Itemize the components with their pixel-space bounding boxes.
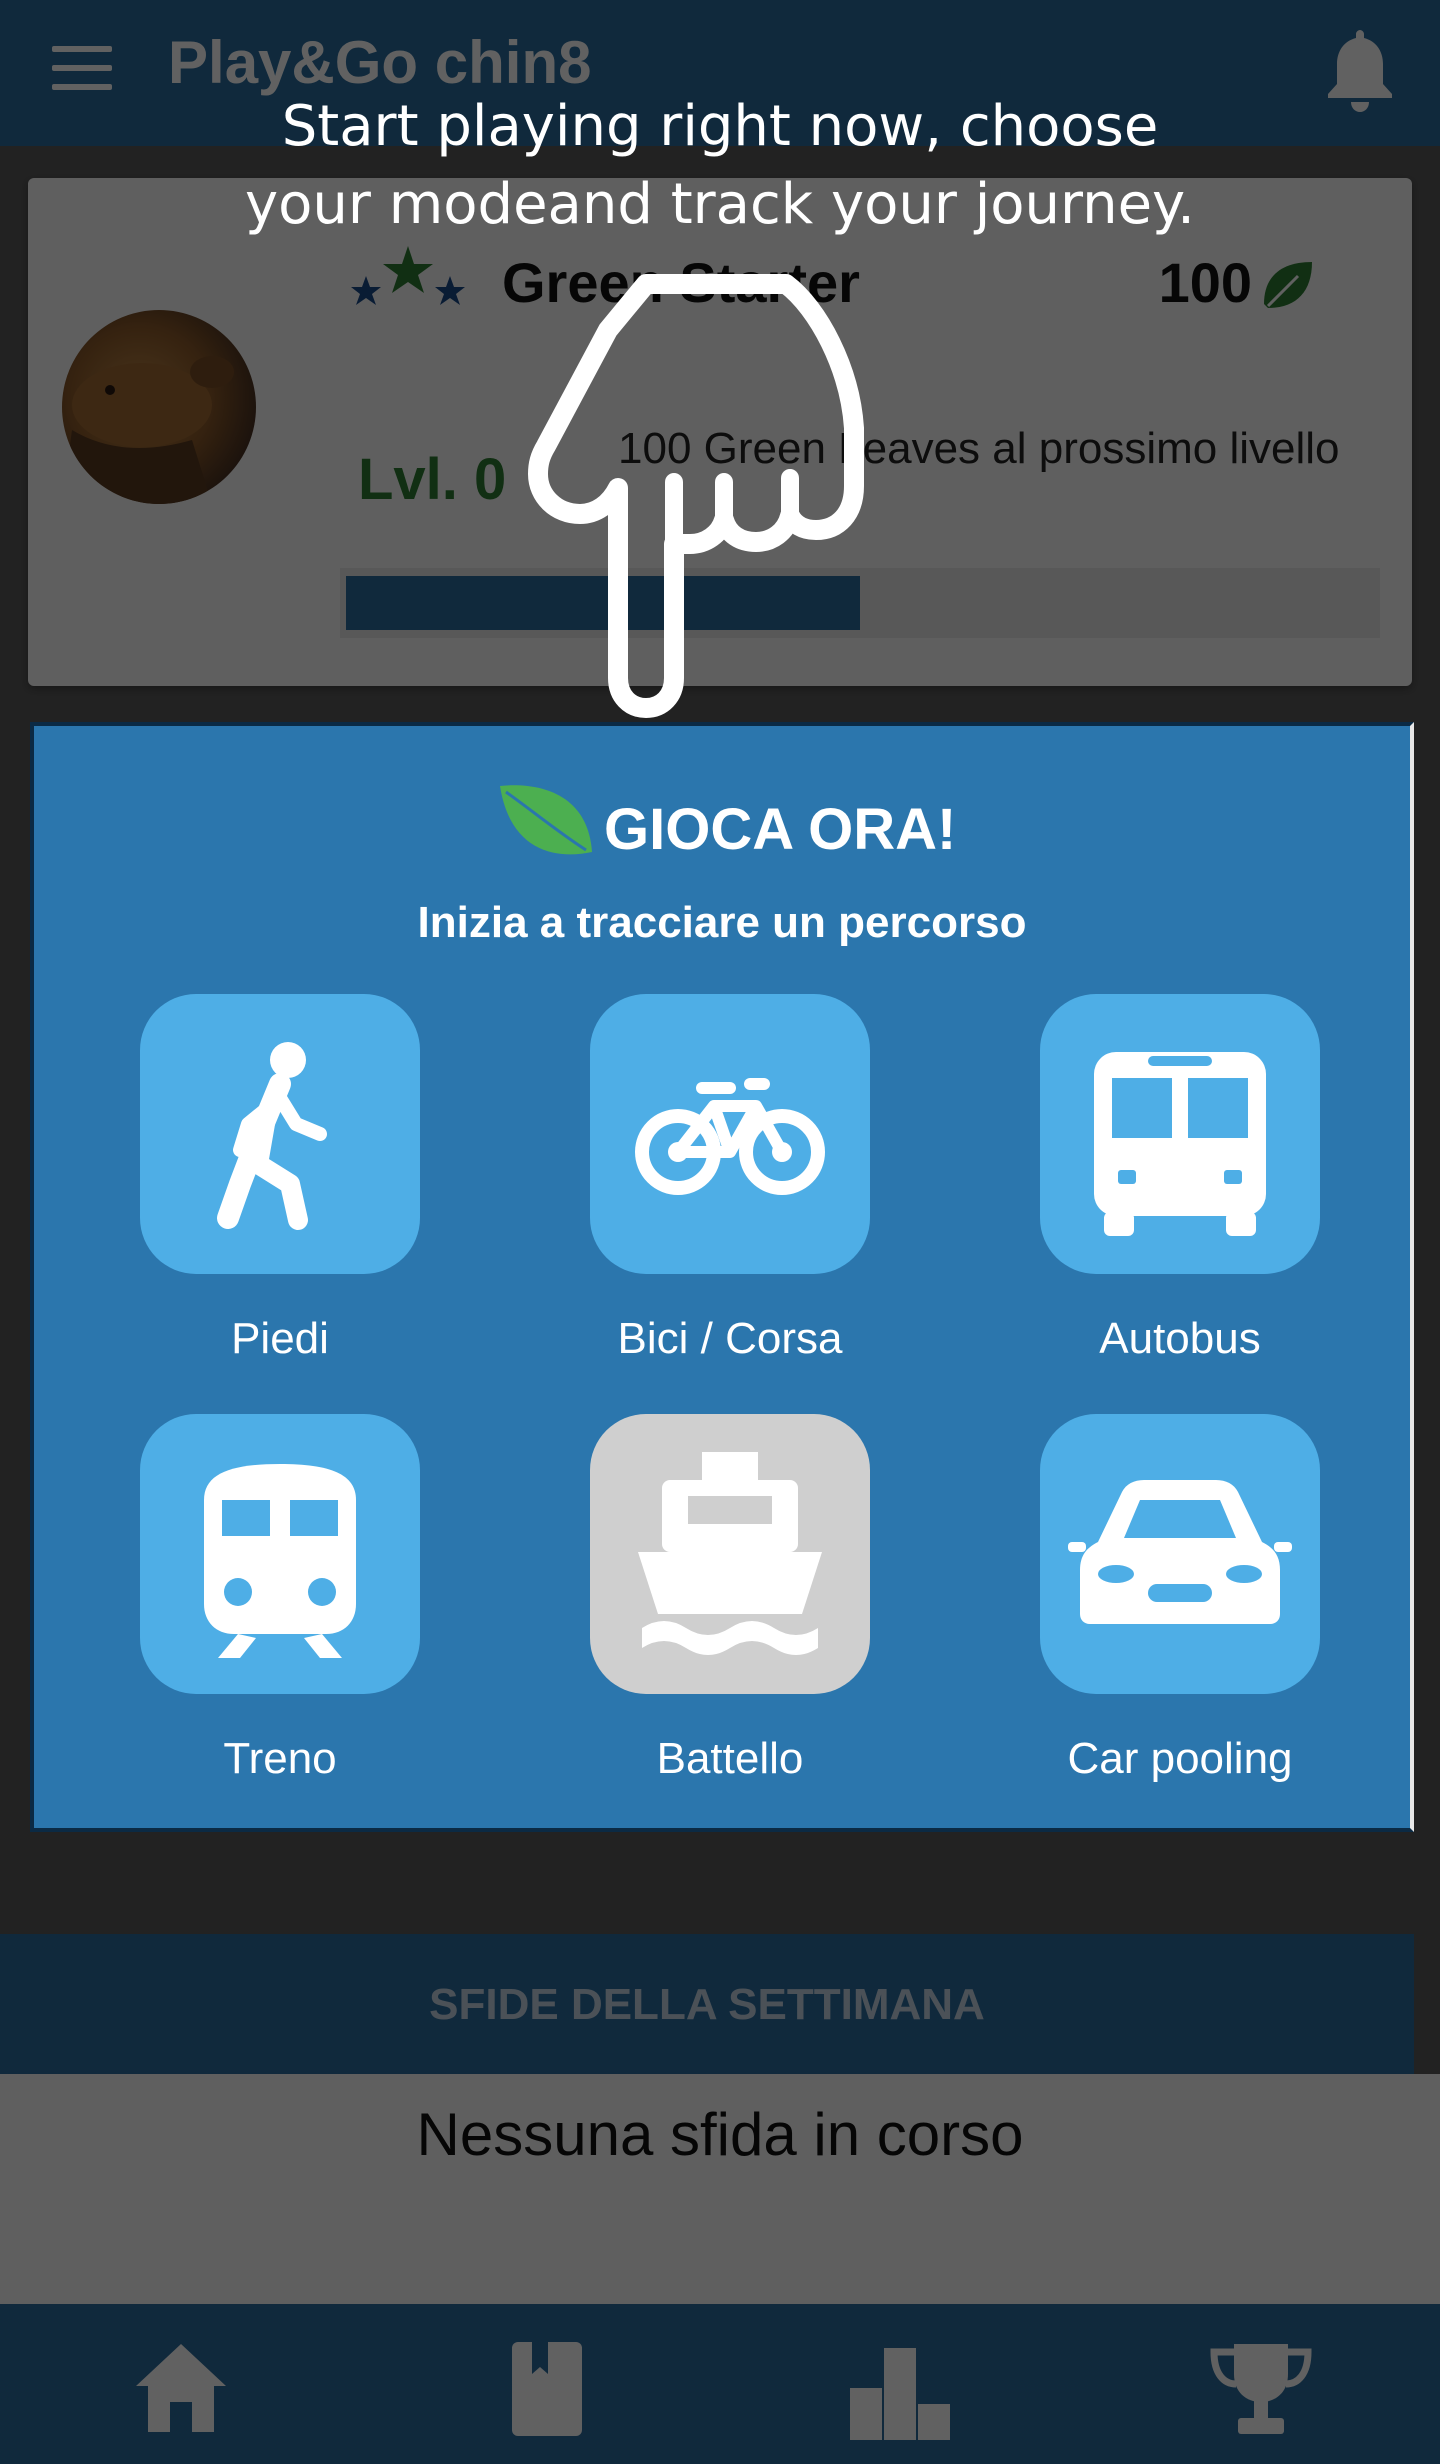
- green-leaf-icon: [1258, 258, 1316, 312]
- car-icon: [1068, 1480, 1292, 1624]
- tutorial-dim-overlay-left: [0, 722, 30, 1832]
- pointing-hand-icon: [500, 268, 880, 718]
- stars-icon: [348, 242, 468, 312]
- mode-walk-label: Piedi: [231, 1314, 329, 1363]
- train-icon: [204, 1464, 356, 1658]
- leaderboard-icon[interactable]: [846, 2334, 956, 2444]
- tutorial-text-line1: Start playing right now, choose: [281, 94, 1159, 159]
- trophy-icon[interactable]: [1206, 2334, 1316, 2444]
- mode-bike-label: Bici / Corsa: [617, 1314, 843, 1363]
- mode-bus-tile[interactable]: [1040, 994, 1320, 1274]
- mode-bus-label: Autobus: [1099, 1314, 1261, 1363]
- tutorial-dim-overlay-right: [1414, 722, 1440, 1832]
- app-title: Play&Go chin8: [168, 29, 592, 96]
- tutorial-text: Start playing right now, choose your mod…: [0, 88, 1440, 244]
- mode-carpool[interactable]: Car pooling: [1030, 1414, 1330, 1784]
- mode-train-tile[interactable]: [140, 1414, 420, 1694]
- mode-train[interactable]: Treno: [130, 1414, 430, 1784]
- mode-carpool-label: Car pooling: [1067, 1734, 1293, 1783]
- mode-walk-tile[interactable]: [140, 994, 420, 1274]
- points-value: 100: [1158, 251, 1252, 314]
- play-now-panel: GIOCA ORA! Inizia a tracciare un percors…: [30, 722, 1414, 1832]
- mode-carpool-tile[interactable]: [1040, 1414, 1320, 1694]
- challenges-empty-text: Nessuna sfida in corso: [416, 2101, 1024, 2168]
- mode-bus[interactable]: Autobus: [1030, 994, 1330, 1364]
- mode-train-label: Treno: [223, 1734, 337, 1783]
- mode-bike-tile[interactable]: [590, 994, 870, 1274]
- mode-boat[interactable]: Battello: [580, 1414, 880, 1784]
- play-now-title: GIOCA ORA!: [604, 797, 957, 862]
- home-icon[interactable]: [126, 2334, 236, 2444]
- leaf-icon: [494, 776, 598, 866]
- bus-icon: [1094, 1052, 1266, 1236]
- mode-boat-label: Battello: [656, 1734, 804, 1783]
- mode-bike[interactable]: Bici / Corsa: [580, 994, 880, 1364]
- tutorial-text-line2: your modeand track your journey.: [245, 172, 1195, 237]
- mode-walk[interactable]: Piedi: [130, 994, 430, 1364]
- level-label: Lvl. 0: [358, 447, 507, 512]
- bottom-nav: [0, 2304, 1440, 2464]
- avatar[interactable]: [62, 310, 256, 504]
- hamburger-menu-icon[interactable]: [52, 46, 112, 90]
- play-now-subtitle: Inizia a tracciare un percorso: [417, 898, 1027, 947]
- walk-icon: [217, 1042, 327, 1230]
- boat-icon: [638, 1452, 822, 1655]
- challenges-header[interactable]: SFIDE DELLA SETTIMANA: [0, 1934, 1414, 2074]
- challenges-title: SFIDE DELLA SETTIMANA: [429, 1980, 985, 2029]
- mode-boat-tile[interactable]: [590, 1414, 870, 1694]
- diary-icon[interactable]: [492, 2334, 602, 2444]
- bike-icon: [635, 1078, 825, 1195]
